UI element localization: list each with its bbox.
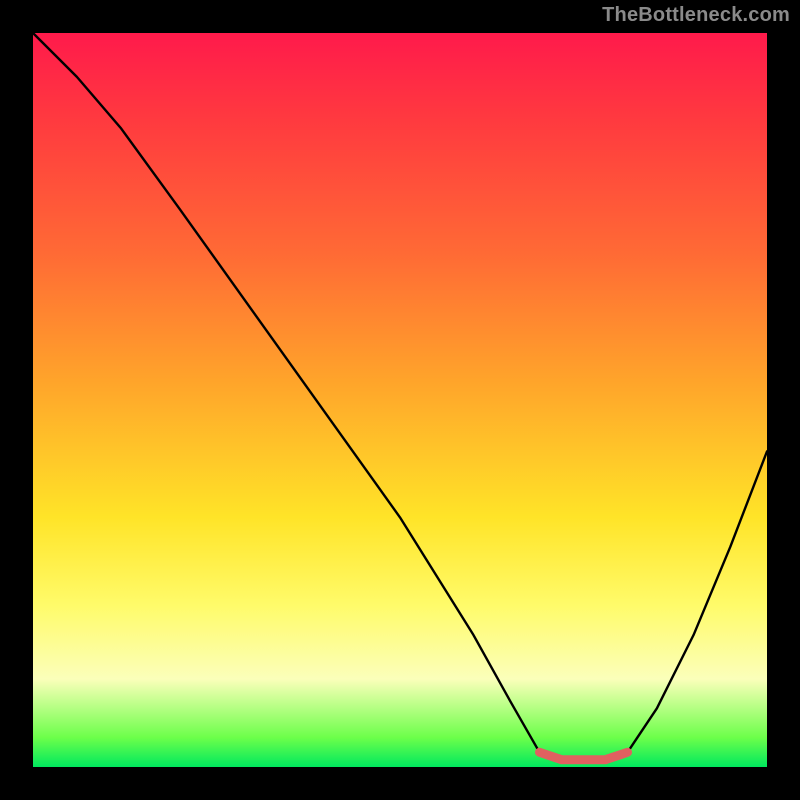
plot-area bbox=[33, 33, 767, 767]
accent-svg bbox=[33, 33, 767, 767]
accent-segment bbox=[540, 752, 628, 759]
watermark-text: TheBottleneck.com bbox=[602, 4, 790, 27]
chart-frame: TheBottleneck.com bbox=[0, 0, 800, 800]
